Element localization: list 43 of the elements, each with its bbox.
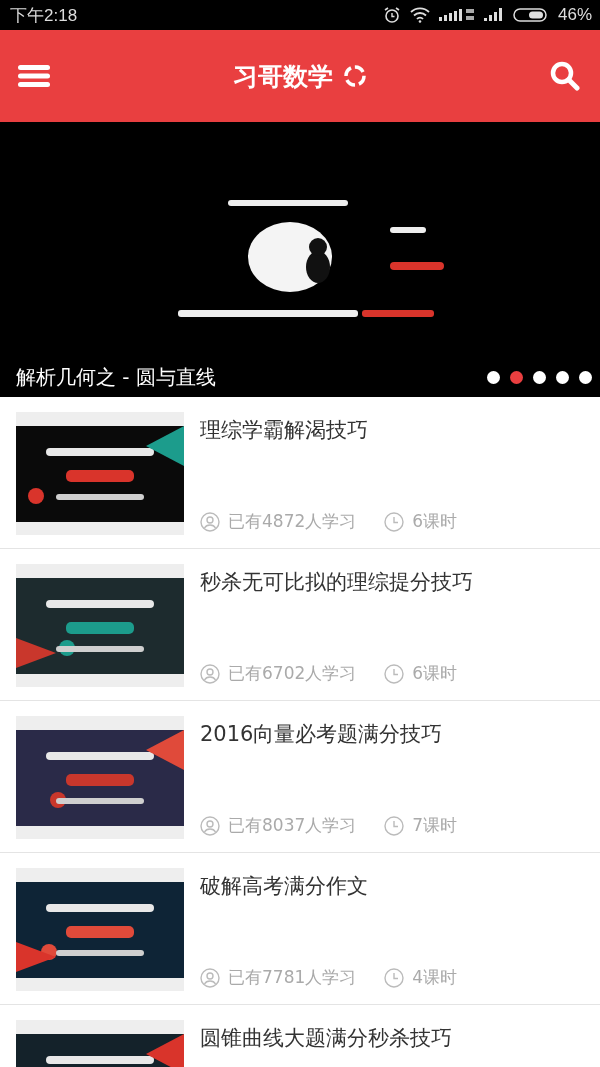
alarm-clock-icon [382,6,401,24]
loading-spinner-icon [343,64,367,88]
course-title: 2016向量必考题满分技巧 [200,721,444,748]
lesson-count: 6课时 [412,510,458,533]
lesson-count: 6课时 [412,662,458,685]
clock-icon [384,663,405,684]
clock-icon [384,967,405,988]
wifi-icon [409,7,430,23]
course-title: 圆锥曲线大题满分秒杀技巧 [200,1025,453,1052]
person-icon [200,511,220,532]
app-title: 习哥数学 [233,60,333,93]
lesson-count: 4课时 [412,966,458,989]
battery-percent: 46% [557,5,592,25]
clock-icon [384,815,405,836]
clock-time: 下午2:18 [10,4,78,27]
learner-count: 已有4872人学习 [228,510,357,533]
learner-count: 已有8037人学习 [228,814,357,837]
course-title: 秒杀无可比拟的理综提分技巧 [200,569,474,596]
learner-count: 已有6702人学习 [228,662,357,685]
person-icon [200,663,220,684]
mobile-signal-icon [438,7,475,23]
search-icon[interactable] [550,61,580,91]
battery-icon [512,7,549,23]
course-title: 破解高考满分作文 [200,873,369,900]
clock-icon [384,511,405,532]
pager-dot[interactable] [579,370,592,384]
person-icon [200,967,220,988]
pager-dot[interactable] [556,370,569,384]
course-title: 理综学霸解渴技巧 [200,417,369,444]
person-icon [200,815,220,836]
course-row[interactable]: 秒杀无可比拟的理综提分技巧 已有6702人学习 6课时 [0,549,600,701]
pager-dot[interactable] [533,370,546,384]
learner-count: 已有7781人学习 [228,966,357,989]
menu-icon[interactable] [18,65,50,87]
course-row[interactable]: 理综学霸解渴技巧 已有4872人学习 6课时 [0,397,600,549]
pager-dot[interactable] [510,370,523,384]
course-row[interactable]: 2016向量必考题满分技巧 已有8037人学习 7课时 [0,701,600,853]
banner-caption: 解析几何之 - 圆与直线 [16,363,216,391]
pager-dot[interactable] [487,370,500,384]
course-row[interactable]: 破解高考满分作文 已有7781人学习 4课时 [0,853,600,1005]
signal-icon [483,7,504,23]
course-row[interactable]: 圆锥曲线大题满分秒杀技巧 [0,1005,600,1067]
lesson-count: 7课时 [412,814,458,837]
